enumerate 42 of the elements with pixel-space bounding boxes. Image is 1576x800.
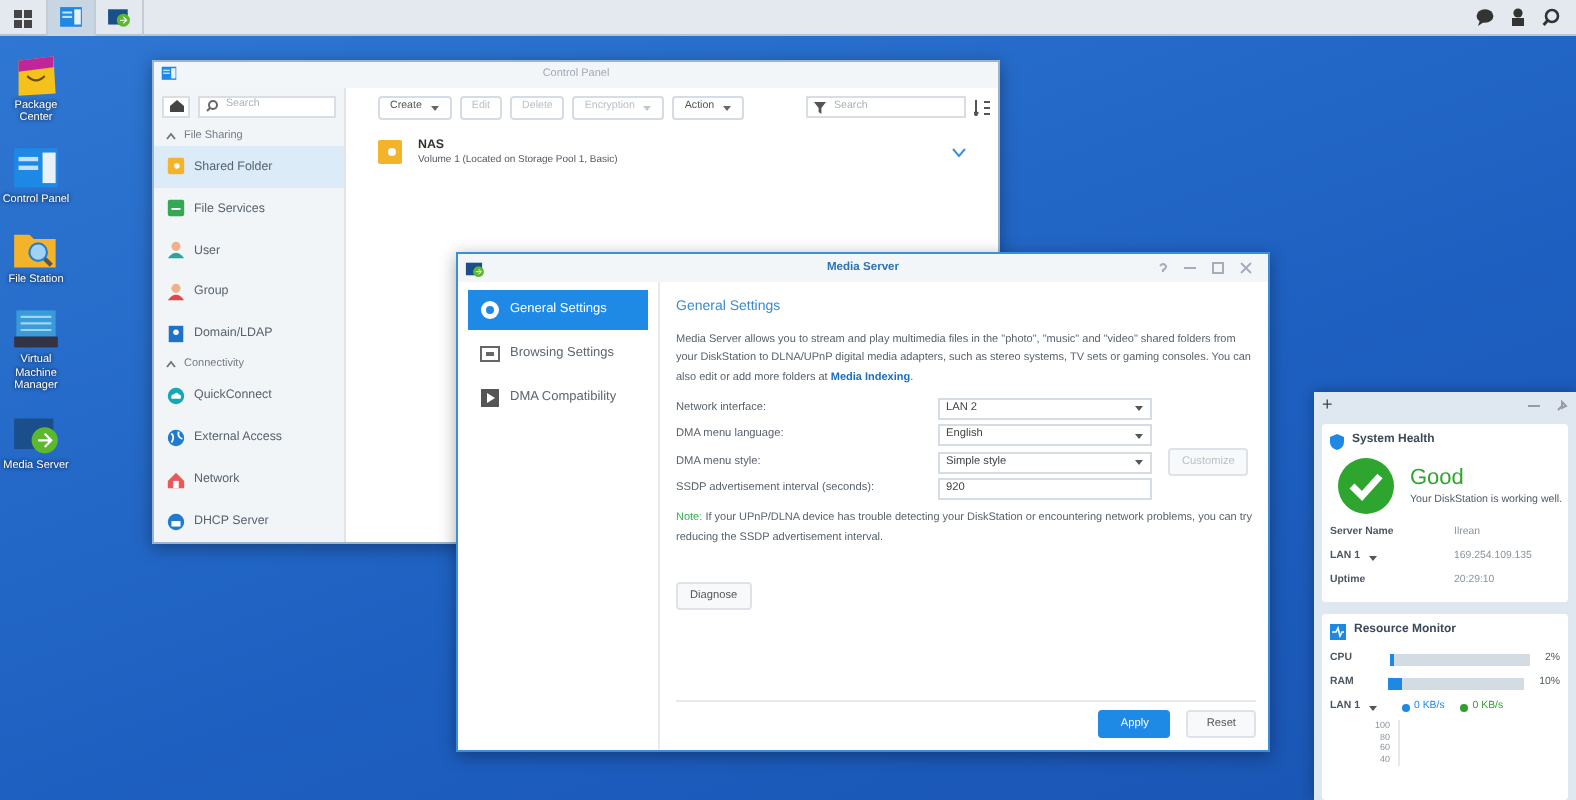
globe-icon: [166, 427, 186, 448]
caret-icon: [1368, 703, 1378, 712]
health-status: Good: [1410, 463, 1466, 494]
caret-icon: [1134, 431, 1144, 440]
chevron-icon: [952, 147, 966, 158]
add-widget-button[interactable]: +: [1322, 391, 1333, 419]
collapse-icon: [166, 131, 176, 140]
media-server-icon: [106, 6, 132, 30]
sort-icon[interactable]: [974, 99, 990, 116]
checkmark-icon: [1338, 458, 1394, 514]
user-icon: [166, 240, 186, 261]
media-server-icon: [464, 259, 484, 277]
caret-icon: [1134, 458, 1144, 467]
collapse-icon: [166, 360, 176, 369]
filter-icon: [814, 101, 826, 114]
control-panel-icon: [58, 6, 84, 30]
caret-icon: [1134, 404, 1144, 413]
shared-folder-icon: [378, 140, 402, 165]
home-button[interactable]: [162, 95, 190, 118]
shared-folder-icon: [166, 156, 186, 177]
user-icon[interactable]: [1510, 8, 1526, 26]
cloud-icon: [166, 385, 186, 406]
search-icon[interactable]: [1542, 8, 1560, 26]
file-services-icon: [166, 198, 186, 219]
dhcp-icon: [166, 511, 186, 532]
gear-icon: [480, 300, 500, 320]
id-card-icon: [166, 323, 186, 344]
caret-icon: [1368, 553, 1378, 562]
play-icon: [480, 388, 500, 408]
apps-menu-icon[interactable]: [14, 9, 32, 27]
chat-icon[interactable]: [1476, 8, 1494, 26]
shield-icon: [1330, 433, 1344, 449]
caret-icon: [429, 103, 440, 112]
monitor-icon: [1330, 623, 1346, 639]
monitor-icon: [480, 344, 500, 364]
caret-icon: [722, 103, 733, 112]
search-icon: [206, 100, 218, 113]
home-icon: [170, 100, 184, 113]
taskbar-app[interactable]: [48, 0, 96, 36]
group-icon: [166, 282, 186, 303]
caret-icon: [642, 103, 653, 112]
house-icon: [166, 469, 186, 490]
